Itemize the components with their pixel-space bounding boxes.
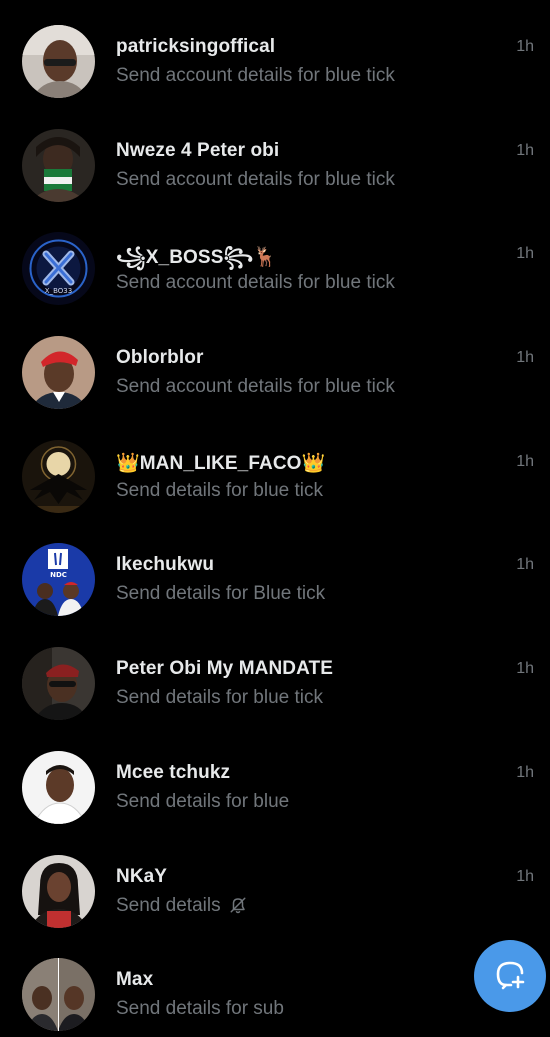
contact-name: NKaY (116, 865, 168, 887)
timestamp: 1h (516, 349, 534, 367)
conversation-row[interactable]: X_BO33 ꧁X_BOSS꧂🦌 Send account details fo… (0, 207, 550, 311)
avatar-logo-text: X_BO33 (45, 287, 72, 295)
contact-name: Mcee tchukz (116, 761, 231, 783)
timestamp: 1h (516, 452, 534, 470)
message-preview: Send details (116, 895, 247, 920)
message-preview: Send account details for blue tick (116, 168, 395, 190)
avatar[interactable] (22, 25, 95, 98)
message-preview: Send account details for blue tick (116, 272, 395, 294)
message-preview: Send account details for blue tick (116, 65, 395, 86)
timestamp: 1h (516, 763, 534, 781)
avatar[interactable] (22, 439, 95, 513)
avatar[interactable] (22, 958, 95, 1032)
avatar[interactable] (22, 128, 95, 202)
timestamp: 1h (516, 867, 534, 885)
new-message-icon (494, 958, 526, 995)
avatar[interactable]: NDC (22, 543, 95, 617)
conversation-list: patricksingoffical Send account details … (0, 0, 550, 1037)
conversation-row[interactable]: NDC Ikechukwu Send details for Blue tick… (0, 518, 550, 622)
conversation-row[interactable]: Nweze 4 Peter obi Send account details f… (0, 104, 550, 208)
message-preview: Send details for sub (116, 998, 284, 1020)
avatar[interactable]: X_BO33 (22, 232, 95, 306)
contact-name: Oblorblor (116, 347, 204, 369)
timestamp: 1h (516, 38, 534, 55)
avatar[interactable] (22, 750, 95, 824)
timestamp: 1h (516, 245, 534, 263)
avatar[interactable] (22, 854, 95, 928)
conversation-row[interactable]: Max Send details for sub (0, 933, 550, 1037)
conversation-row[interactable]: Oblorblor Send account details for blue … (0, 311, 550, 415)
message-preview: Send details for blue tick (116, 479, 324, 501)
avatar[interactable] (22, 647, 95, 721)
message-preview: Send account details for blue tick (116, 376, 395, 398)
conversation-row[interactable]: patricksingoffical Send account details … (0, 0, 550, 104)
conversation-row[interactable]: NKaY Send details 1h (0, 830, 550, 934)
timestamp: 1h (516, 660, 534, 678)
message-preview: Send details for Blue tick (116, 583, 326, 605)
timestamp: 1h (516, 556, 534, 574)
contact-name: patricksingoffical (116, 36, 276, 57)
message-preview-text: Send details (116, 894, 221, 916)
avatar-logo-text: NDC (50, 571, 67, 579)
bell-off-icon (229, 896, 247, 920)
contact-name: Peter Obi My MANDATE (116, 658, 334, 680)
conversation-row[interactable]: Mcee tchukz Send details for blue 1h (0, 726, 550, 830)
contact-name: Ikechukwu (116, 554, 215, 576)
message-preview: Send details for blue (116, 790, 290, 812)
contact-name: Nweze 4 Peter obi (116, 139, 280, 161)
conversation-row[interactable]: Peter Obi My MANDATE Send details for bl… (0, 622, 550, 726)
conversation-row[interactable]: 👑MAN_LIKE_FACO👑 Send details for blue ti… (0, 415, 550, 519)
contact-name: 👑MAN_LIKE_FACO👑 (116, 452, 326, 474)
contact-name: Max (116, 969, 154, 991)
new-message-button[interactable] (474, 940, 546, 1012)
timestamp: 1h (516, 141, 534, 159)
avatar[interactable] (22, 336, 95, 410)
message-preview: Send details for blue tick (116, 687, 324, 709)
